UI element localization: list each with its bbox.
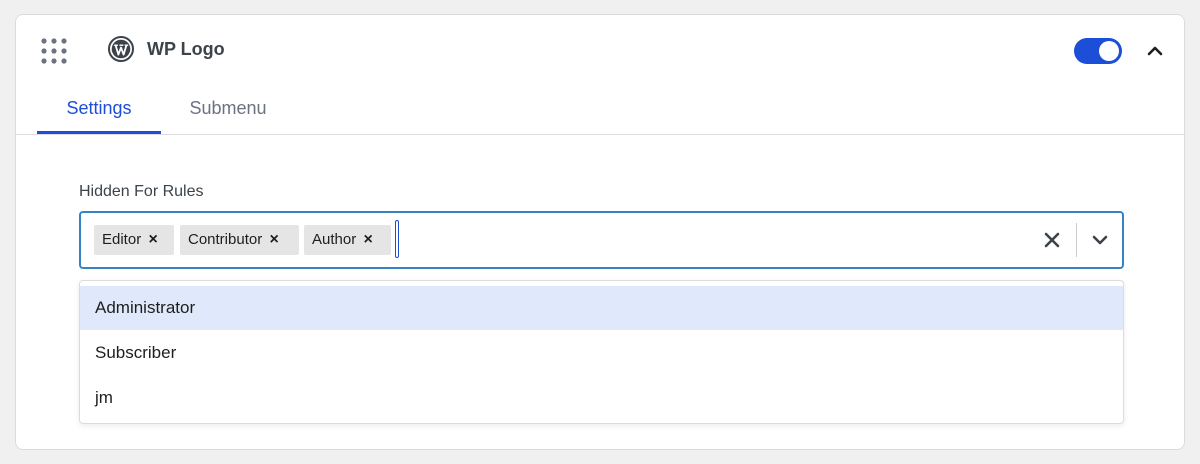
- chip-label: Contributor: [188, 231, 263, 248]
- clear-x-icon[interactable]: [1041, 228, 1063, 252]
- tab-submenu[interactable]: Submenu: [176, 85, 280, 134]
- option-administrator[interactable]: Administrator: [80, 286, 1123, 330]
- wordpress-logo-icon: [108, 36, 134, 62]
- hidden-for-rules-label: Hidden For Rules: [79, 183, 204, 200]
- roles-multiselect[interactable]: Editor × Contributor × Author ×: [79, 211, 1124, 269]
- roles-dropdown-menu: Administrator Subscriber jm: [79, 280, 1124, 424]
- drag-dots-icon[interactable]: [40, 37, 68, 65]
- chip-remove-icon[interactable]: ×: [141, 225, 165, 255]
- widget-title: WP Logo: [147, 39, 225, 59]
- widget-header: WP Logo: [16, 15, 1184, 85]
- enable-toggle[interactable]: [1074, 38, 1122, 64]
- chip-label: Editor: [102, 231, 142, 248]
- text-caret[interactable]: [395, 220, 399, 258]
- option-jm[interactable]: jm: [80, 376, 1123, 420]
- tab-settings[interactable]: Settings: [37, 85, 161, 134]
- option-subscriber[interactable]: Subscriber: [80, 331, 1123, 375]
- indicator-separator: [1076, 223, 1077, 257]
- chip-author: Author ×: [304, 225, 391, 255]
- chip-contributor: Contributor ×: [180, 225, 299, 255]
- chip-label: Author: [312, 231, 357, 248]
- chip-remove-icon[interactable]: ×: [356, 225, 380, 255]
- tab-bar: Settings Submenu: [16, 85, 1184, 135]
- toggle-knob: [1099, 41, 1119, 61]
- widget-card: WP Logo Settings Submenu Hidden For Rule…: [15, 14, 1185, 450]
- chip-remove-icon[interactable]: ×: [262, 225, 286, 255]
- chevron-up-icon[interactable]: [1144, 40, 1166, 62]
- chevron-down-icon[interactable]: [1089, 228, 1111, 252]
- chip-editor: Editor ×: [94, 225, 174, 255]
